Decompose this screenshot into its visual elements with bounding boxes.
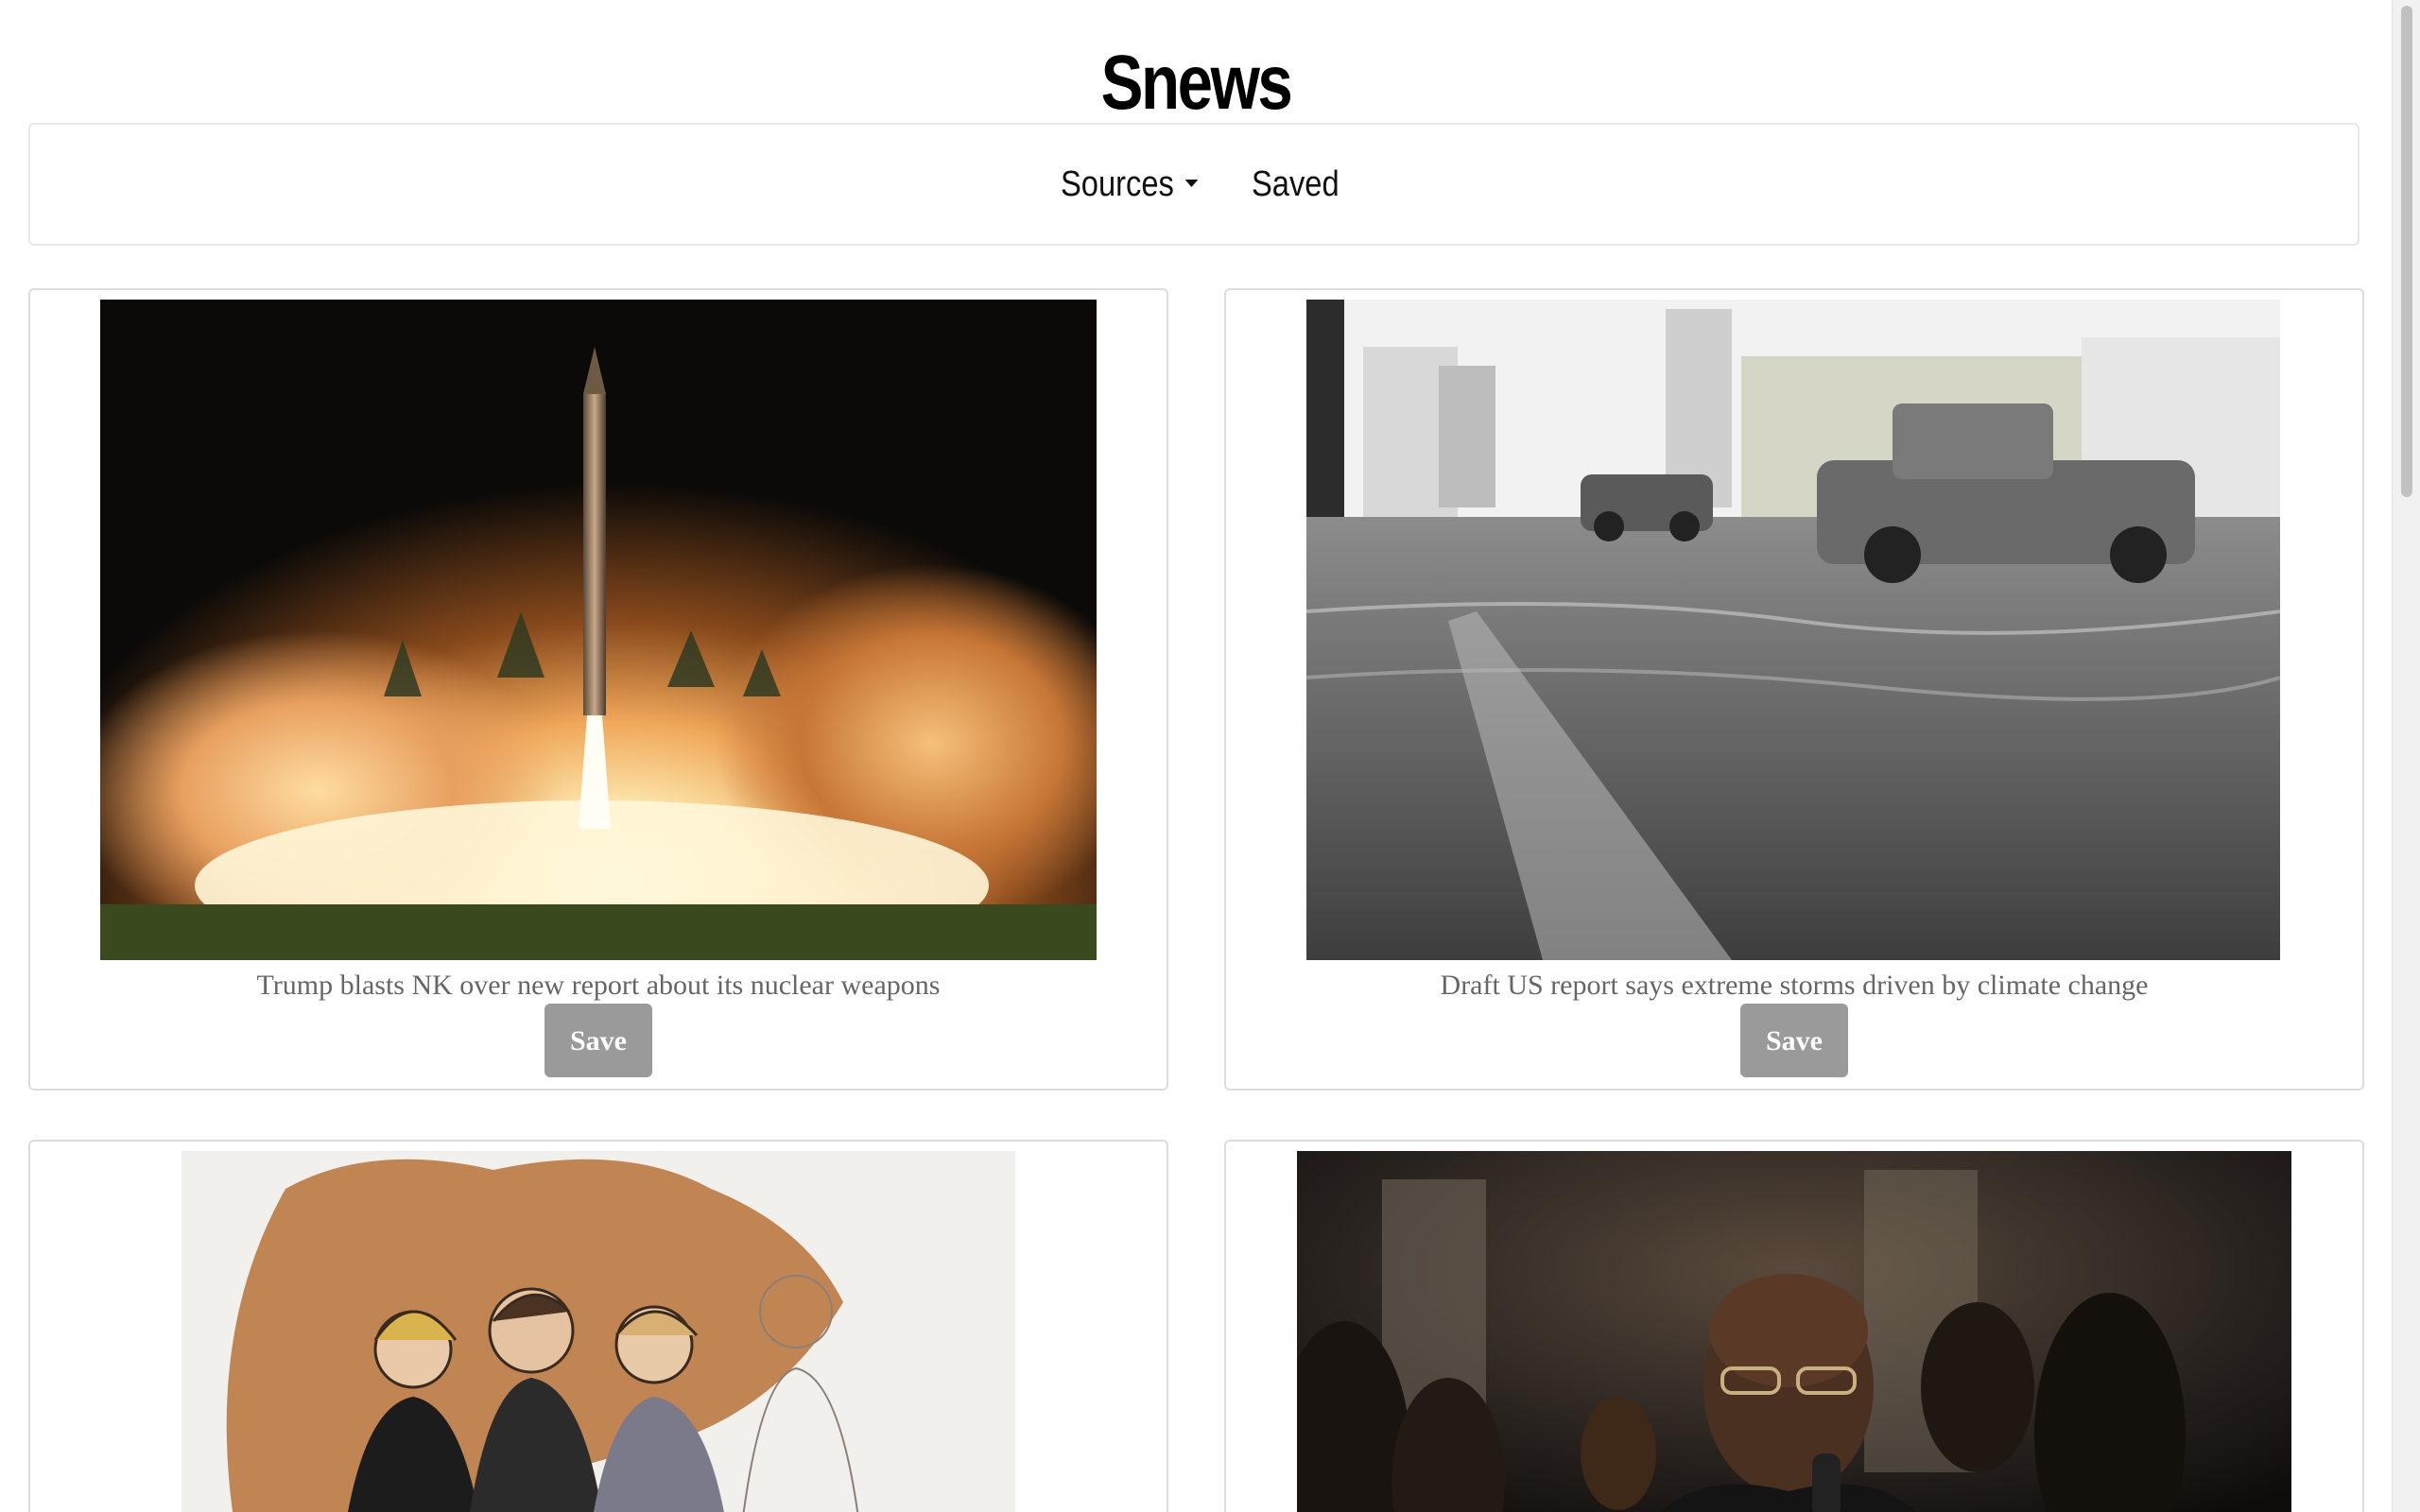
site-title: Snews xyxy=(1100,40,1293,126)
navbar: Sources Saved xyxy=(28,123,2360,246)
article-headline[interactable]: Draft US report says extreme storms driv… xyxy=(1226,963,2362,1008)
scrollbar-track[interactable] xyxy=(2392,0,2420,1512)
article-card: Draft US report says extreme storms driv… xyxy=(1224,288,2364,1091)
save-button[interactable]: Save xyxy=(544,1004,652,1077)
save-button[interactable]: Save xyxy=(1740,1004,1848,1077)
nav-sources-label: Sources xyxy=(1061,164,1174,204)
article-image-flooded-street[interactable] xyxy=(1306,300,2280,960)
article-card xyxy=(1224,1140,2364,1512)
article-image-missile-launch[interactable] xyxy=(100,300,1097,960)
article-card: Trump blasts NK over new report about it… xyxy=(28,288,1168,1091)
article-card xyxy=(28,1140,1168,1512)
caret-down-icon xyxy=(1184,179,1199,187)
article-image-courtroom-sketch[interactable] xyxy=(182,1151,1015,1512)
article-headline[interactable]: Trump blasts NK over new report about it… xyxy=(30,963,1167,1008)
nav-saved-link[interactable]: Saved xyxy=(1252,161,1340,208)
page: Snews Sources Saved Trump blasts NK over… xyxy=(0,0,2420,1512)
scrollbar-thumb[interactable] xyxy=(2401,6,2412,497)
nav-sources-dropdown[interactable]: Sources xyxy=(1061,161,1199,208)
article-image-speaker[interactable] xyxy=(1297,1151,2291,1512)
